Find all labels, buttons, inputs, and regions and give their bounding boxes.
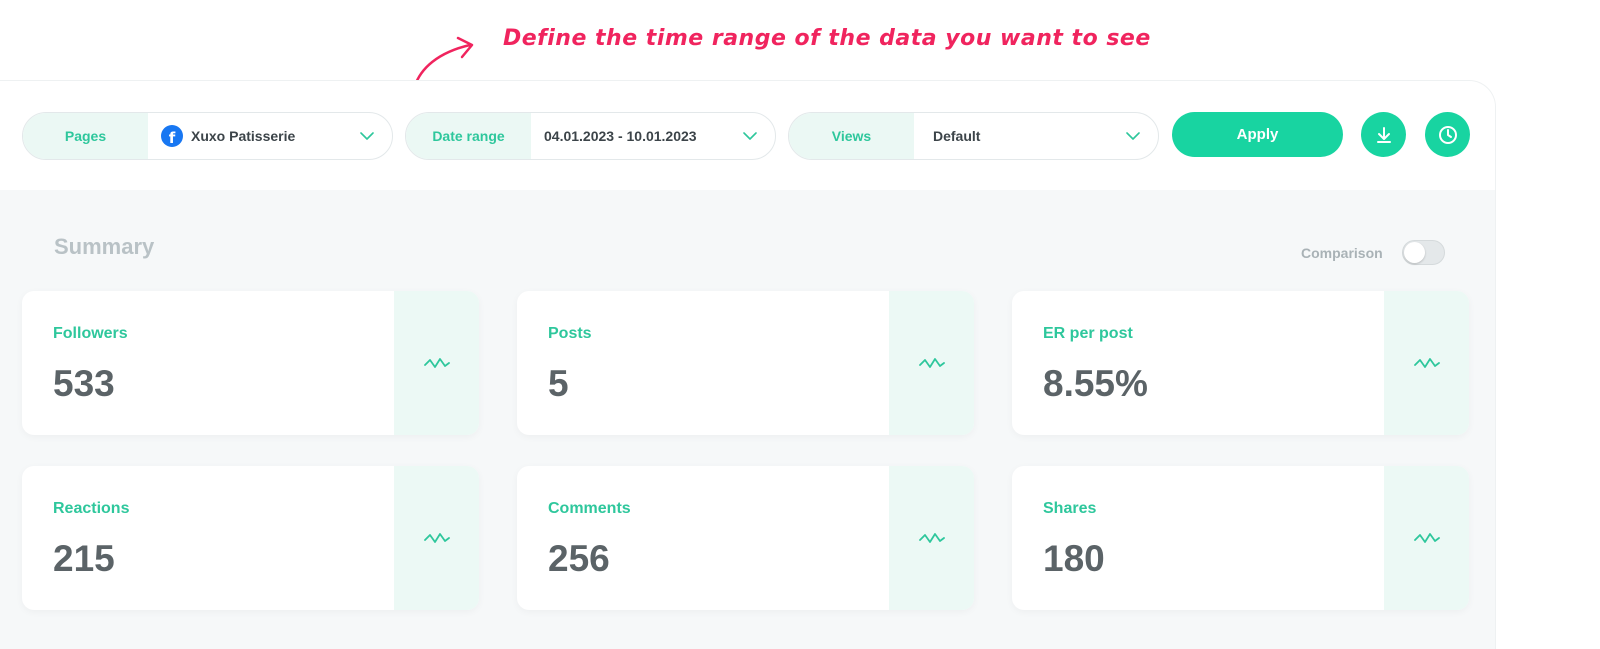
annotation-text: Define the time range of the data you wa… — [503, 26, 1151, 51]
trend-button[interactable] — [394, 291, 479, 435]
trend-button[interactable] — [889, 466, 974, 610]
date-range-selector[interactable]: Date range 04.01.2023 - 10.01.2023 — [405, 112, 776, 160]
trend-button[interactable] — [1384, 291, 1469, 435]
trend-icon — [423, 533, 450, 543]
chevron-down-icon — [743, 132, 757, 140]
download-button[interactable] — [1361, 112, 1406, 157]
date-range-label: Date range — [406, 113, 531, 159]
metric-label: Shares — [1043, 500, 1097, 517]
clock-icon — [1438, 125, 1457, 144]
metric-card-shares: Shares 180 — [1012, 466, 1469, 610]
trend-icon — [423, 358, 450, 368]
metric-card-followers: Followers 533 — [22, 291, 479, 435]
summary-title: Summary — [54, 234, 155, 259]
pages-value-wrap: f Xuxo Patisserie — [161, 125, 295, 147]
metric-label: Reactions — [53, 500, 130, 517]
chevron-down-icon — [1126, 132, 1140, 140]
trend-button[interactable] — [889, 291, 974, 435]
chevron-down-icon — [360, 132, 374, 140]
metric-card-er-per-post: ER per post 8.55% — [1012, 291, 1469, 435]
metric-card-comments: Comments 256 — [517, 466, 974, 610]
metric-card-reactions: Reactions 215 — [22, 466, 479, 610]
metric-label: Posts — [548, 325, 592, 342]
metric-card-posts: Posts 5 — [517, 291, 974, 435]
comparison-label: Comparison — [1301, 245, 1383, 261]
pages-value: Xuxo Patisserie — [191, 128, 296, 144]
metric-label: ER per post — [1043, 325, 1133, 342]
views-selector[interactable]: Views Default — [788, 112, 1159, 160]
metric-label: Comments — [548, 500, 631, 517]
trend-button[interactable] — [1384, 466, 1469, 610]
metric-label: Followers — [53, 325, 128, 342]
pages-label: Pages — [23, 113, 148, 159]
metric-value: 180 — [1043, 538, 1105, 579]
views-label: Views — [789, 113, 914, 159]
trend-icon — [1413, 358, 1440, 368]
metric-value: 5 — [548, 363, 569, 404]
history-button[interactable] — [1425, 112, 1470, 157]
toggle-knob — [1404, 242, 1425, 263]
facebook-icon: f — [161, 125, 183, 147]
metric-value: 8.55% — [1043, 363, 1148, 404]
trend-icon — [1413, 533, 1440, 543]
trend-icon — [918, 533, 945, 543]
apply-button[interactable]: Apply — [1172, 112, 1343, 157]
date-range-value: 04.01.2023 - 10.01.2023 — [544, 128, 697, 144]
metric-value: 215 — [53, 538, 115, 579]
metric-value: 533 — [53, 363, 115, 404]
trend-icon — [918, 358, 945, 368]
comparison-toggle[interactable] — [1402, 240, 1445, 265]
metric-value: 256 — [548, 538, 610, 579]
trend-button[interactable] — [394, 466, 479, 610]
filter-toolbar: Pages f Xuxo Patisserie Date range 04.01… — [0, 81, 1495, 190]
dashboard-panel: Pages f Xuxo Patisserie Date range 04.01… — [0, 81, 1495, 649]
download-icon — [1376, 126, 1391, 143]
views-value: Default — [933, 128, 981, 144]
pages-selector[interactable]: Pages f Xuxo Patisserie — [22, 112, 393, 160]
